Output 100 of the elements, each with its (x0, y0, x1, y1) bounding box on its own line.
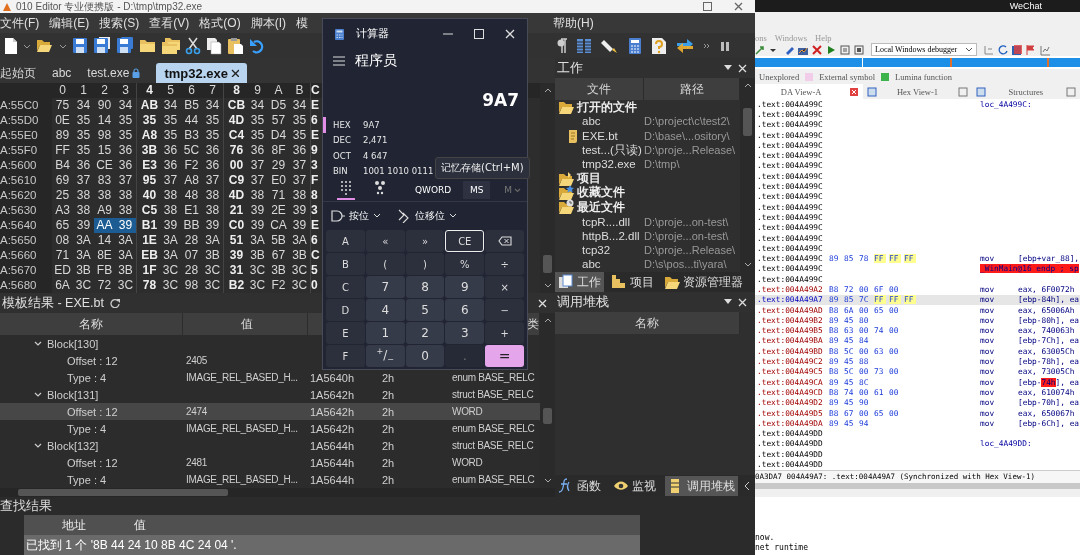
tree-item[interactable]: 收藏文件 (577, 185, 625, 201)
tree-item[interactable]: Type : 4 (67, 473, 107, 486)
hex-byte[interactable]: 39 (160, 218, 181, 233)
hex-byte[interactable]: 39 (73, 218, 94, 233)
hex-byte[interactable]: 36 (160, 158, 181, 173)
hex-byte[interactable]: 98 (94, 128, 115, 143)
column-header[interactable]: 名称 (79, 315, 103, 333)
scroll-down-icon[interactable] (543, 283, 552, 289)
hex-byte[interactable]: 1E (136, 233, 160, 248)
calculator-key[interactable]: 9 (445, 276, 485, 298)
save-as-icon[interactable] (93, 36, 111, 55)
view-tab[interactable]: DA View-A (755, 84, 864, 99)
hex-byte[interactable]: 3C (160, 263, 181, 278)
hex-byte[interactable]: 3C (289, 263, 310, 278)
file-name[interactable]: tcp32 (582, 244, 611, 257)
hex-byte[interactable]: 8 (310, 188, 319, 203)
play-icon[interactable] (825, 43, 837, 56)
hex-byte[interactable]: 98 (181, 278, 202, 293)
column-header[interactable]: 地址 (24, 516, 124, 534)
hex-byte[interactable]: 3C (247, 278, 268, 293)
hex-byte[interactable]: 39 (202, 218, 223, 233)
scrollbar-thumb[interactable] (543, 255, 552, 273)
hex-byte[interactable]: 3 (310, 158, 319, 173)
hex-byte[interactable]: E1 (181, 203, 202, 218)
file-tab[interactable]: abc (52, 63, 86, 83)
calculator-key[interactable]: 6 (445, 299, 485, 321)
hex-byte[interactable]: 95 (136, 173, 160, 188)
hex-byte[interactable]: 48 (181, 188, 202, 203)
file-name[interactable]: EXE.bt (582, 129, 618, 142)
calculator-key[interactable]: 7 (365, 276, 405, 298)
hex-byte[interactable]: 37 (247, 158, 268, 173)
hex-byte[interactable]: E0 (268, 173, 289, 188)
hex-byte[interactable]: 37 (247, 173, 268, 188)
hex-byte[interactable]: 36 (247, 143, 268, 158)
calculator-key[interactable]: E (326, 322, 365, 344)
hex-byte[interactable]: 36 (115, 143, 136, 158)
calculator-key[interactable]: 8 (405, 276, 445, 298)
hex-byte[interactable]: E3 (136, 158, 160, 173)
hex-byte[interactable]: 3A (115, 248, 136, 263)
help-document-icon[interactable] (651, 36, 667, 55)
hex-byte[interactable]: 29 (268, 158, 289, 173)
hex-byte[interactable]: 36 (202, 143, 223, 158)
hex-byte[interactable]: 3C (73, 278, 94, 293)
scrollbar[interactable] (0, 488, 555, 497)
hex-byte[interactable]: 67 (268, 248, 289, 263)
hex-byte[interactable]: 3A (160, 248, 181, 263)
hex-byte[interactable]: 38 (160, 203, 181, 218)
tree-item[interactable]: Type : 4 (67, 422, 107, 435)
hex-byte[interactable]: 34 (202, 98, 223, 113)
hex-byte[interactable]: 34 (160, 98, 181, 113)
hex-byte[interactable]: 38 (115, 188, 136, 203)
hex-byte[interactable]: C9 (223, 173, 247, 188)
hex-byte[interactable]: 6 (310, 233, 319, 248)
hex-byte[interactable]: 3B (247, 248, 268, 263)
hex-byte[interactable]: 89 (52, 128, 73, 143)
hex-byte[interactable]: 36 (160, 143, 181, 158)
hex-byte[interactable]: 3A (73, 233, 94, 248)
hex-byte[interactable]: 36 (202, 158, 223, 173)
hex-byte[interactable]: A8 (181, 173, 202, 188)
calculator-key[interactable]: « (365, 230, 405, 252)
hex-byte[interactable]: 72 (94, 278, 115, 293)
hex-byte[interactable]: B2 (223, 278, 247, 293)
menu-item[interactable]: 搜索(S) (99, 14, 140, 32)
undo-icon[interactable] (249, 36, 265, 55)
calculator-key[interactable]: ( (365, 253, 405, 275)
menu-icon[interactable] (333, 56, 345, 66)
hex-byte[interactable]: 38 (73, 188, 94, 203)
calculator-key[interactable]: 2 (405, 322, 445, 344)
hex-byte[interactable]: 25 (52, 188, 73, 203)
hex-byte[interactable]: 3C (247, 263, 268, 278)
hex-byte[interactable]: 3B (136, 143, 160, 158)
selected-row[interactable]: Offset : 12 2474 1A5642h 2h WORD (0, 403, 540, 420)
tree-item[interactable]: Block[131] (47, 388, 99, 401)
tree-item[interactable]: 最近文件 (577, 199, 625, 215)
calculator-key[interactable]: ÷ (485, 253, 524, 275)
calculator-key[interactable]: × (485, 276, 524, 298)
hex-byte[interactable]: 37 (289, 173, 310, 188)
hex-byte[interactable]: 3C (202, 263, 223, 278)
hex-byte[interactable]: 36 (73, 158, 94, 173)
hex-byte[interactable]: 0 (310, 278, 319, 293)
panel-tab[interactable]: 工作 (555, 272, 604, 292)
copy-icon[interactable] (206, 36, 222, 55)
hex-byte[interactable]: 1F (136, 263, 160, 278)
hex-byte[interactable]: 34 (115, 98, 136, 113)
calculator-key[interactable]: » (405, 230, 445, 252)
hex-byte[interactable]: 0E (52, 113, 73, 128)
hex-byte[interactable]: 35 (160, 113, 181, 128)
menu-item[interactable]: 模 (296, 14, 308, 32)
refresh-icon[interactable] (110, 298, 121, 308)
dropdown-icon[interactable] (724, 65, 732, 71)
hex-byte[interactable]: 40 (136, 188, 160, 203)
hex-byte[interactable]: 3B (289, 248, 310, 263)
panel-tab[interactable]: 监视 (610, 476, 659, 496)
hex-byte[interactable]: 39 (247, 203, 268, 218)
hex-byte[interactable]: 78 (136, 278, 160, 293)
hex-byte[interactable]: 65 (52, 218, 73, 233)
hex-byte[interactable]: 3A (202, 233, 223, 248)
hex-byte[interactable]: 37 (289, 158, 310, 173)
hex-byte[interactable]: 34 (289, 98, 310, 113)
scrollbar-thumb[interactable] (743, 108, 752, 136)
